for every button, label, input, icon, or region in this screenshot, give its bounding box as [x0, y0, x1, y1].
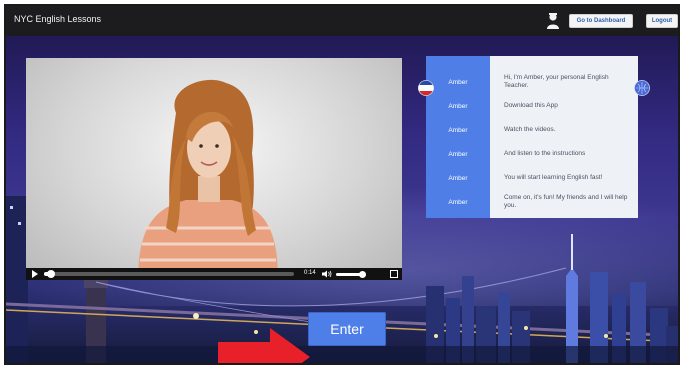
volume-fill — [336, 273, 362, 276]
chat-message-row: Amber Watch the videos. — [426, 118, 638, 142]
app-frame: NYC English Lessons Go to Dashboard Logo… — [4, 4, 680, 365]
video-controls: 0:14 — [26, 268, 402, 280]
go-to-dashboard-button[interactable]: Go to Dashboard — [569, 14, 633, 28]
video-progress-bar[interactable] — [44, 270, 294, 278]
volume-icon[interactable] — [322, 270, 332, 278]
chat-sender-name: Amber — [448, 78, 468, 86]
chat-message-row: Amber And listen to the instructions — [426, 142, 638, 166]
app-title: NYC English Lessons — [14, 14, 102, 24]
chat-message-row: Amber You will start learning English fas… — [426, 166, 638, 190]
video-player[interactable] — [26, 58, 402, 280]
chat-message-text: Watch the videos. — [504, 126, 556, 133]
video-progress-handle[interactable] — [47, 270, 55, 278]
play-icon[interactable] — [32, 270, 38, 278]
fullscreen-icon[interactable] — [390, 270, 398, 278]
flag-icon[interactable] — [418, 80, 434, 96]
video-time: 0:14 — [304, 270, 316, 276]
chat-sender-name: Amber — [448, 174, 468, 182]
volume-handle[interactable] — [358, 271, 366, 278]
chat-message-row: Amber Hi, I'm Amber, your personal Englis… — [426, 68, 638, 96]
enter-button[interactable]: Enter — [308, 312, 386, 346]
chat-sender-name: Amber — [448, 102, 468, 110]
chat-sender-name: Amber — [448, 198, 468, 206]
chat-sender-name: Amber — [448, 150, 468, 158]
chat-message-text: Hi, I'm Amber, your personal English Tea… — [504, 74, 609, 89]
logout-button[interactable]: Logout — [646, 14, 678, 28]
chat-sender-name: Amber — [448, 126, 468, 134]
chat-message-text: And listen to the instructions — [504, 150, 586, 157]
teacher-video-frame — [138, 79, 278, 280]
user-icon[interactable] — [546, 12, 560, 30]
chat-message-row: Amber Come on, it's fun! My friends and I… — [426, 190, 638, 214]
globe-icon[interactable] — [634, 80, 650, 96]
arrow-right-icon — [218, 328, 310, 363]
chat-message-row: Amber Download this App — [426, 94, 638, 118]
chat-message-text: Come on, it's fun! My friends and I will… — [504, 194, 628, 209]
volume-slider[interactable] — [336, 271, 366, 278]
chat-panel: Amber Hi, I'm Amber, your personal Englis… — [426, 56, 638, 218]
chat-message-text: Download this App — [504, 102, 558, 109]
chat-message-text: You will start learning English fast! — [504, 174, 603, 181]
top-bar: NYC English Lessons Go to Dashboard Logo… — [6, 6, 678, 36]
